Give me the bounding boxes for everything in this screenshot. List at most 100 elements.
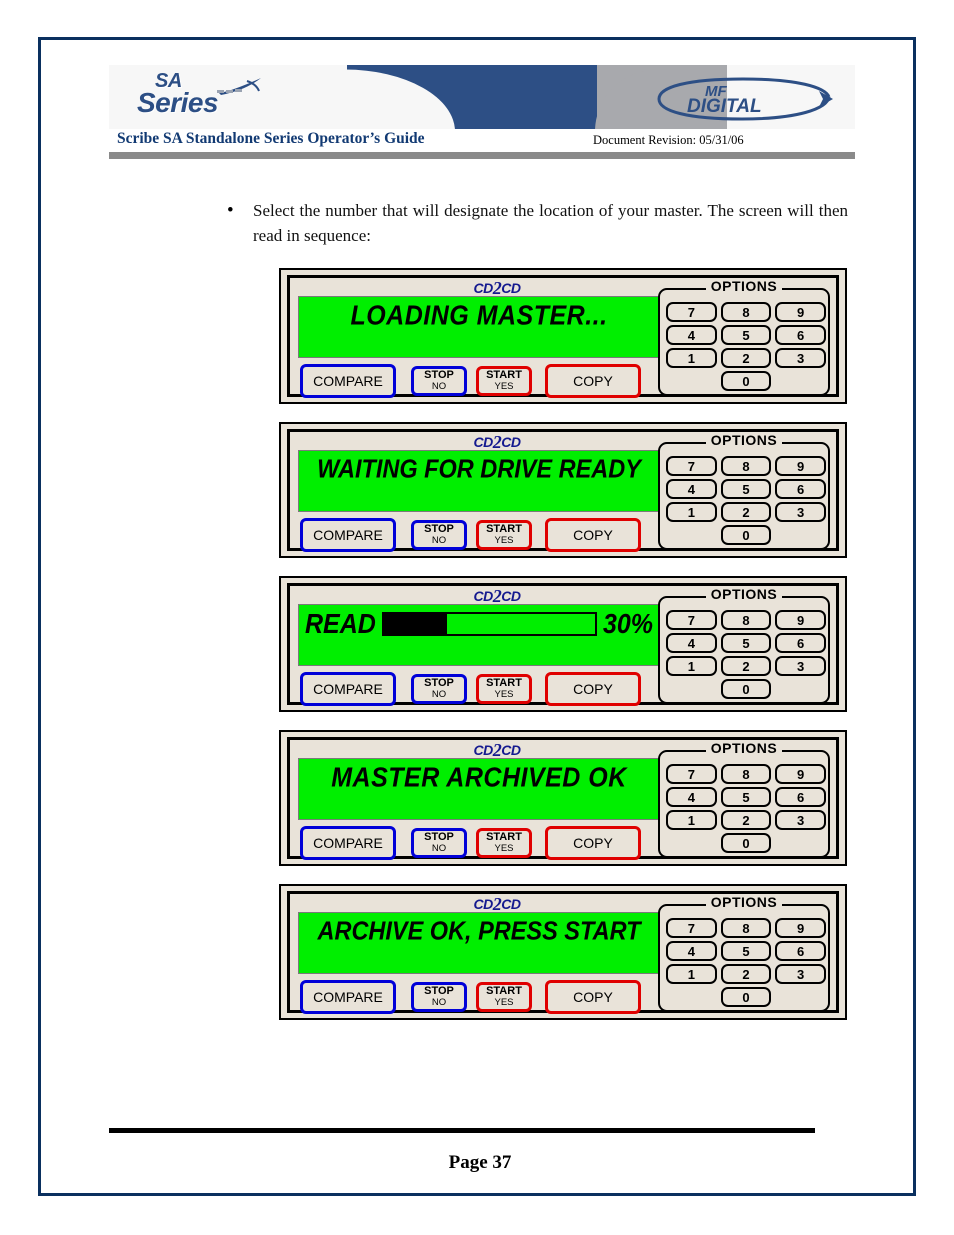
options-keypad: OPTIONS 7 8 9 4 5 6 1 2 3 0 [658,278,830,396]
keypad-key-1[interactable]: 1 [666,656,717,676]
keypad-key-2[interactable]: 2 [720,502,772,522]
start-yes-button-primary-label: START [486,985,522,997]
stop-no-button[interactable]: STOP NO [411,366,467,396]
cd2cd-suffix: CD [501,588,521,604]
keypad-key-2[interactable]: 2 [720,810,772,830]
keypad-key-2[interactable]: 2 [720,656,772,676]
keypad-key-6[interactable]: 6 [775,325,826,345]
compare-button-label: COMPARE [313,989,383,1005]
keypad-key-1[interactable]: 1 [666,502,717,522]
cd2cd-brand-logo: CD2CD [442,586,552,606]
copy-button[interactable]: COPY [545,826,641,860]
keypad-key-7[interactable]: 7 [666,302,717,322]
keypad-key-9[interactable]: 9 [775,610,826,630]
keypad-key-7[interactable]: 7 [666,764,717,784]
keypad-key-3[interactable]: 3 [775,810,826,830]
copy-button[interactable]: COPY [545,980,641,1014]
keypad-key-3[interactable]: 3 [775,964,826,984]
options-keypad-title-text: OPTIONS [705,740,783,756]
cd2cd-brand-logo: CD2CD [442,433,552,451]
keypad-key-2[interactable]: 2 [720,348,772,368]
keypad-key-1[interactable]: 1 [666,348,717,368]
compare-button[interactable]: COMPARE [300,518,396,552]
keypad-key-8[interactable]: 8 [720,302,772,322]
device-button-row: COMPARE STOP NO START YES COPY [300,364,662,398]
keypad-key-0[interactable]: 0 [720,833,772,853]
start-yes-button[interactable]: START YES [476,828,532,858]
keypad-key-7[interactable]: 7 [666,918,717,938]
keypad-key-5[interactable]: 5 [720,633,772,653]
stop-no-button[interactable]: STOP NO [411,674,467,704]
keypad-key-1[interactable]: 1 [666,964,717,984]
keypad-key-0[interactable]: 0 [720,525,772,545]
keypad-key-7[interactable]: 7 [666,610,717,630]
keypad-key-4[interactable]: 4 [666,479,717,499]
stop-no-button[interactable]: STOP NO [411,520,467,550]
keypad-key-6[interactable]: 6 [775,941,826,961]
keypad-key-5[interactable]: 5 [720,325,772,345]
start-yes-button-primary-label: START [486,523,522,535]
start-yes-button-primary-label: START [486,677,522,689]
stop-no-button-secondary-label: NO [431,843,447,854]
start-yes-button-primary-label: START [486,831,522,843]
instruction-bullet-list: • Select the number that will designate … [223,198,848,248]
device-panel: CD2CD READ 30% COMPARE STOP NO START YES COPY OPT… [279,576,847,712]
cd2cd-mid: 2 [492,586,502,606]
keypad-key-6[interactable]: 6 [775,787,826,807]
keypad-key-8[interactable]: 8 [720,456,772,476]
device-panel-sequence: CD2CD LOADING MASTER... COMPARE STOP NO START… [279,268,849,1038]
keypad-key-4[interactable]: 4 [666,787,717,807]
compare-button[interactable]: COMPARE [300,826,396,860]
stop-no-button[interactable]: STOP NO [411,828,467,858]
keypad-key-7[interactable]: 7 [666,456,717,476]
start-yes-button[interactable]: START YES [476,982,532,1012]
keypad-key-4[interactable]: 4 [666,633,717,653]
compare-button[interactable]: COMPARE [300,364,396,398]
stop-no-button[interactable]: STOP NO [411,982,467,1012]
copy-button[interactable]: COPY [545,518,641,552]
start-yes-button[interactable]: START YES [476,520,532,550]
keypad-key-1[interactable]: 1 [666,810,717,830]
copy-button[interactable]: COPY [545,364,641,398]
start-yes-button[interactable]: START YES [476,674,532,704]
keypad-key-9[interactable]: 9 [775,456,826,476]
keypad-key-5[interactable]: 5 [720,941,772,961]
lcd-display: READ 30% [298,604,660,666]
options-keypad: OPTIONS 7 8 9 4 5 6 1 2 3 0 [658,740,830,858]
keypad-key-4[interactable]: 4 [666,941,717,961]
compare-button[interactable]: COMPARE [300,980,396,1014]
cd2cd-suffix: CD [501,742,521,758]
page-frame: SA Series MF DIGITAL Scribe SA Standalon… [38,37,916,1196]
keypad-key-9[interactable]: 9 [775,918,826,938]
copy-button[interactable]: COPY [545,672,641,706]
keypad-key-6[interactable]: 6 [775,479,826,499]
device-chassis: CD2CD LOADING MASTER... COMPARE STOP NO START… [287,275,839,398]
keypad-key-4[interactable]: 4 [666,325,717,345]
keypad-key-8[interactable]: 8 [720,918,772,938]
keypad-key-8[interactable]: 8 [720,610,772,630]
keypad-key-3[interactable]: 3 [775,348,826,368]
lcd-progress-bar [381,612,597,636]
compare-button[interactable]: COMPARE [300,672,396,706]
lcd-message-text: WAITING FOR DRIVE READY [317,454,641,484]
keypad-key-9[interactable]: 9 [775,764,826,784]
keypad-key-6[interactable]: 6 [775,633,826,653]
compare-button-label: COMPARE [313,835,383,851]
keypad-key-3[interactable]: 3 [775,502,826,522]
options-keypad-title: OPTIONS [660,740,828,758]
options-keypad-title: OPTIONS [660,586,828,604]
stop-no-button-primary-label: STOP [424,369,454,381]
keypad-key-5[interactable]: 5 [720,479,772,499]
keypad-key-0[interactable]: 0 [720,987,772,1007]
lcd-display: MASTER ARCHIVED OK [298,758,660,820]
start-yes-button[interactable]: START YES [476,366,532,396]
keypad-key-0[interactable]: 0 [720,679,772,699]
stop-no-button-primary-label: STOP [424,677,454,689]
keypad-key-8[interactable]: 8 [720,764,772,784]
document-title: Scribe SA Standalone Series Operator’s G… [117,130,425,147]
keypad-key-0[interactable]: 0 [720,371,772,391]
keypad-key-3[interactable]: 3 [775,656,826,676]
keypad-key-5[interactable]: 5 [720,787,772,807]
keypad-key-9[interactable]: 9 [775,302,826,322]
keypad-key-2[interactable]: 2 [720,964,772,984]
